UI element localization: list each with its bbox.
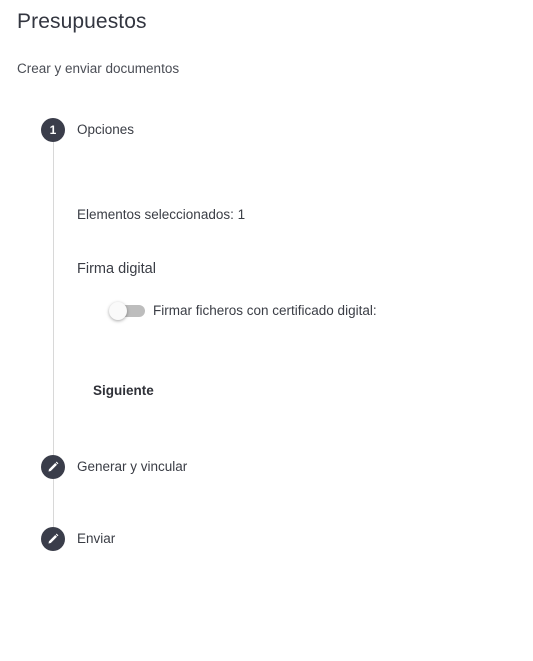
page-subtitle: Crear y enviar documentos [17, 61, 180, 76]
pencil-icon [41, 527, 65, 551]
selected-count: Elementos seleccionados: 1 [77, 207, 246, 222]
digital-certificate-toggle[interactable] [109, 302, 145, 320]
step-label-opciones[interactable]: Opciones [77, 122, 134, 137]
digital-certificate-label: Firmar ficheros con certificado digital: [153, 303, 377, 318]
step-label-enviar[interactable]: Enviar [77, 531, 115, 546]
page-title: Presupuestos [17, 10, 147, 33]
step-number-badge: 1 [41, 118, 65, 142]
pencil-icon [41, 455, 65, 479]
toggle-thumb [109, 302, 127, 320]
next-button[interactable]: Siguiente [81, 374, 166, 406]
step-label-generar[interactable]: Generar y vincular [77, 459, 187, 474]
stepper-connector [53, 142, 54, 455]
stepper-connector [53, 479, 54, 527]
digital-signature-title: Firma digital [77, 261, 156, 277]
